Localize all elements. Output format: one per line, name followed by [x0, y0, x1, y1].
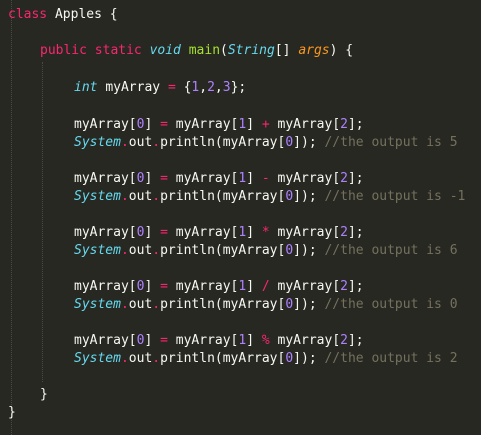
indent-guide-1 [11, 0, 12, 435]
class-name: Apples [54, 7, 102, 22]
array-close: }; [230, 80, 247, 95]
arith-operator: % [261, 333, 270, 348]
code-line-array-decl: int myArray = {1,2,3}; [74, 80, 247, 95]
array-type: int [74, 80, 98, 95]
array-value-2: 2 [207, 80, 215, 95]
code-line-assignment: myArray[0] = myArray[1] / myArray[2]; [74, 279, 364, 294]
code-line-assignment: myArray[0] = myArray[1] - myArray[2]; [74, 171, 364, 186]
indent-guide-2 [42, 62, 43, 382]
param-name: args [298, 43, 330, 58]
return-type: void [149, 43, 181, 58]
code-line-class-decl: class Apples { [8, 6, 118, 24]
method-name: main [188, 43, 221, 58]
method-close-brace: } [40, 387, 48, 402]
code-comment: //the output is 6 [324, 243, 458, 258]
code-comment: //the output is 2 [324, 351, 458, 366]
param-type: String [227, 43, 275, 58]
open-brace: { [109, 7, 118, 22]
arith-operator: + [261, 117, 270, 132]
code-comment: //the output is 5 [324, 135, 458, 150]
arith-operator: / [261, 279, 270, 294]
array-value-3: 3 [222, 80, 231, 95]
class-close-brace: } [8, 405, 16, 420]
code-comment: //the output is -1 [324, 189, 466, 204]
method-open-brace: { [345, 43, 354, 58]
param-array: [] [274, 43, 291, 58]
code-line-assignment: myArray[0] = myArray[1] * myArray[2]; [74, 225, 364, 240]
code-line-method-decl: public static void main(String[] args) { [40, 43, 354, 58]
code-line-println: System.out.println(myArray[0]); //the ou… [74, 189, 466, 204]
code-line-println: System.out.println(myArray[0]); //the ou… [74, 297, 458, 312]
code-line-method-close: } [40, 386, 48, 404]
arith-operator: - [261, 171, 270, 186]
keyword-class: class [8, 7, 48, 22]
code-comment: //the output is 0 [324, 297, 458, 312]
assign-op: = [167, 80, 176, 95]
arith-operator: * [261, 225, 270, 240]
code-editor[interactable]: class Apples { public static void main(S… [0, 0, 481, 435]
code-line-println: System.out.println(myArray[0]); //the ou… [74, 135, 458, 150]
code-line-assignment: myArray[0] = myArray[1] + myArray[2]; [74, 117, 364, 132]
code-line-println: System.out.println(myArray[0]); //the ou… [74, 351, 458, 366]
code-line-println: System.out.println(myArray[0]); //the ou… [74, 243, 458, 258]
code-line-assignment: myArray[0] = myArray[1] % myArray[2]; [74, 333, 364, 348]
code-line-class-close: } [8, 404, 16, 422]
modifiers: public static [40, 43, 142, 58]
array-var: myArray [105, 80, 161, 95]
